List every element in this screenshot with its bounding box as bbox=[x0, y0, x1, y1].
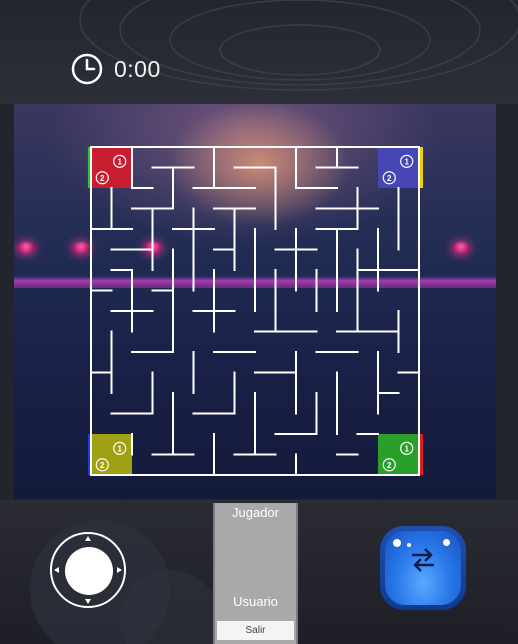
svg-text:1: 1 bbox=[117, 158, 122, 167]
exit-button[interactable]: Salir bbox=[217, 621, 294, 640]
game-board[interactable]: 1 2 1 2 1 2 1 2 bbox=[14, 104, 496, 499]
svg-text:2: 2 bbox=[100, 174, 105, 183]
swap-button-face bbox=[385, 531, 461, 605]
maze: 1 2 1 2 1 2 1 2 bbox=[87, 146, 423, 476]
player-token[interactable]: 1 bbox=[400, 154, 414, 168]
panel-title: Jugador bbox=[232, 505, 279, 520]
timer-value: 0:00 bbox=[114, 55, 161, 82]
player-panel: Jugador Usuario Salir bbox=[213, 503, 298, 644]
svg-text:2: 2 bbox=[387, 174, 392, 183]
user-label: Usuario bbox=[233, 594, 278, 609]
player-token[interactable]: 1 bbox=[113, 154, 127, 168]
swap-arrows-icon bbox=[412, 548, 434, 572]
player-token[interactable]: 2 bbox=[95, 458, 109, 472]
swap-button[interactable] bbox=[380, 526, 466, 610]
svg-text:1: 1 bbox=[404, 445, 409, 454]
player-token[interactable]: 2 bbox=[382, 458, 396, 472]
joystick[interactable] bbox=[50, 532, 126, 608]
clock-icon bbox=[71, 53, 103, 85]
player-token[interactable]: 2 bbox=[382, 171, 396, 185]
player-token[interactable]: 2 bbox=[95, 171, 109, 185]
player-token[interactable]: 1 bbox=[400, 441, 414, 455]
svg-text:1: 1 bbox=[117, 445, 122, 454]
timer: 0:00 bbox=[70, 52, 161, 86]
svg-text:2: 2 bbox=[100, 461, 105, 470]
svg-text:2: 2 bbox=[387, 461, 392, 470]
player-token[interactable]: 1 bbox=[113, 441, 127, 455]
joystick-knob[interactable] bbox=[65, 547, 113, 595]
svg-text:1: 1 bbox=[404, 158, 409, 167]
